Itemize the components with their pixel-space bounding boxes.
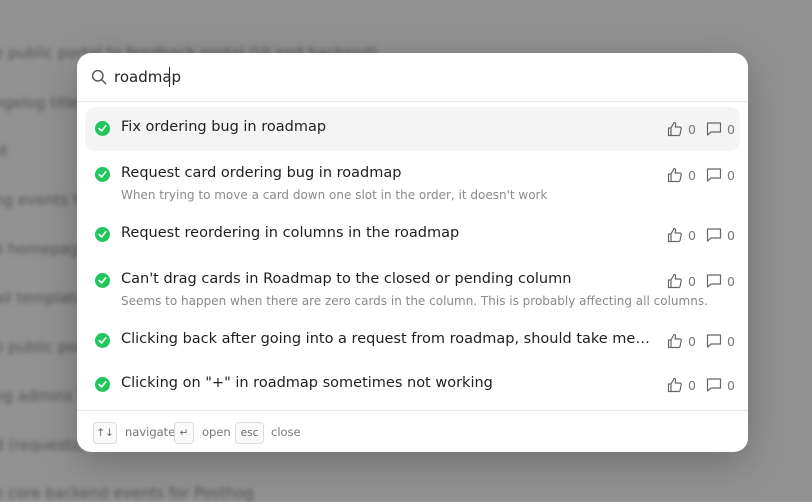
comment-count: 0 bbox=[706, 272, 735, 290]
check-circle-icon bbox=[95, 333, 110, 348]
navigate-hint: navigate bbox=[125, 425, 176, 439]
comment-icon bbox=[706, 334, 722, 348]
thumbs-up-icon bbox=[667, 377, 682, 393]
result-title: Request card ordering bug in roadmap bbox=[121, 165, 402, 181]
search-bar bbox=[77, 53, 748, 102]
enter-key: ↵ bbox=[174, 422, 194, 444]
thumbs-up-icon bbox=[667, 167, 682, 183]
navigate-key: ↑↓ bbox=[93, 422, 117, 444]
vote-count-value: 0 bbox=[688, 273, 696, 289]
vote-count-value: 0 bbox=[688, 167, 696, 183]
result-title: Clicking on "+" in roadmap sometimes not… bbox=[121, 375, 493, 391]
search-icon bbox=[91, 69, 107, 85]
thumbs-up-icon bbox=[667, 121, 682, 137]
open-hint: open bbox=[202, 425, 231, 439]
check-circle-icon bbox=[95, 167, 110, 182]
result-description: Seems to happen when there are zero card… bbox=[121, 294, 708, 308]
vote-count: 0 bbox=[667, 226, 696, 244]
comment-count: 0 bbox=[706, 166, 735, 184]
result-title: Fix ordering bug in roadmap bbox=[121, 119, 327, 135]
search-result[interactable]: Request card ordering bug in roadmap Whe… bbox=[85, 153, 740, 209]
vote-count-value: 0 bbox=[688, 227, 696, 243]
esc-key: esc bbox=[235, 422, 264, 444]
comment-count-value: 0 bbox=[727, 167, 735, 183]
vote-count: 0 bbox=[667, 272, 696, 290]
result-description: When trying to move a card down one slot… bbox=[121, 188, 548, 202]
search-input[interactable] bbox=[114, 66, 714, 88]
vote-count: 0 bbox=[667, 166, 696, 184]
thumbs-up-icon bbox=[667, 227, 682, 243]
thumbs-up-icon bbox=[667, 333, 682, 349]
comment-icon bbox=[706, 228, 722, 242]
check-circle-icon bbox=[95, 121, 110, 136]
keyboard-hints-footer: ↑↓ navigate ↵ open esc close bbox=[77, 410, 748, 452]
comment-count: 0 bbox=[706, 120, 735, 138]
search-result[interactable]: Request reordering in columns in the roa… bbox=[85, 213, 740, 257]
thumbs-up-icon bbox=[667, 273, 682, 289]
close-hint: close bbox=[271, 425, 301, 439]
comment-icon bbox=[706, 274, 722, 288]
search-result[interactable]: Clicking back after going into a request… bbox=[85, 319, 740, 363]
comment-count-value: 0 bbox=[727, 377, 735, 393]
check-circle-icon bbox=[95, 377, 110, 392]
result-title: Clicking back after going into a request… bbox=[121, 331, 651, 347]
comment-count-value: 0 bbox=[727, 333, 735, 349]
check-circle-icon bbox=[95, 273, 110, 288]
text-caret bbox=[169, 67, 170, 87]
comment-count: 0 bbox=[706, 226, 735, 244]
vote-count: 0 bbox=[667, 120, 696, 138]
comment-count: 0 bbox=[706, 376, 735, 394]
search-result[interactable]: Fix ordering bug in roadmap 0 0 bbox=[85, 107, 740, 151]
result-title: Request reordering in columns in the roa… bbox=[121, 225, 460, 241]
search-result[interactable]: Clicking on "+" in roadmap sometimes not… bbox=[85, 363, 740, 407]
vote-count-value: 0 bbox=[688, 377, 696, 393]
comment-icon bbox=[706, 168, 722, 182]
comment-count-value: 0 bbox=[727, 227, 735, 243]
comment-icon bbox=[706, 122, 722, 136]
vote-count-value: 0 bbox=[688, 121, 696, 137]
search-result[interactable]: Can't drag cards in Roadmap to the close… bbox=[85, 259, 740, 315]
comment-count-value: 0 bbox=[727, 273, 735, 289]
vote-count: 0 bbox=[667, 332, 696, 350]
result-title: Can't drag cards in Roadmap to the close… bbox=[121, 271, 572, 287]
comment-icon bbox=[706, 378, 722, 392]
vote-count-value: 0 bbox=[688, 333, 696, 349]
check-circle-icon bbox=[95, 227, 110, 242]
comment-count-value: 0 bbox=[727, 121, 735, 137]
comment-count: 0 bbox=[706, 332, 735, 350]
search-modal: Fix ordering bug in roadmap 0 0 Request … bbox=[77, 53, 748, 452]
vote-count: 0 bbox=[667, 376, 696, 394]
